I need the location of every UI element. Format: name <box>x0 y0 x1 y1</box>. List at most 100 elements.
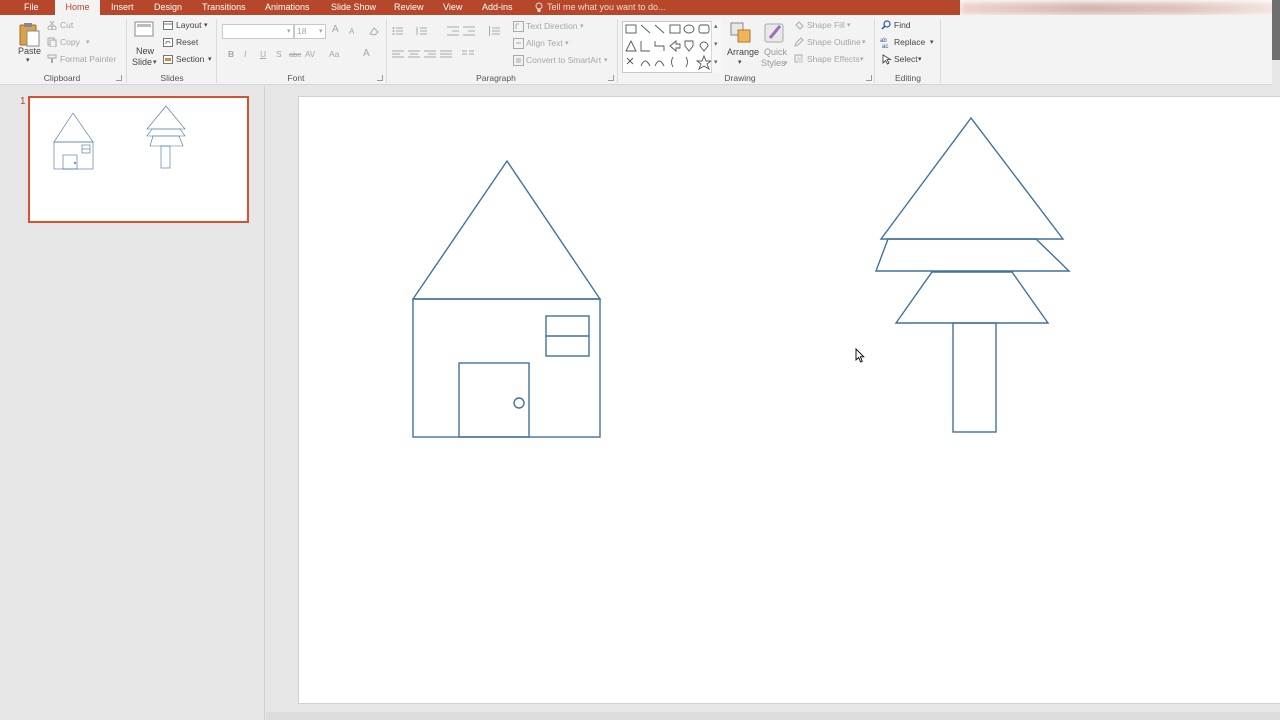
copy-button[interactable]: Copy <box>60 37 80 48</box>
group-label-clipboard: Clipboard <box>43 73 81 83</box>
quick-styles-icon <box>764 23 784 43</box>
clipboard-launcher-icon[interactable] <box>116 75 122 81</box>
columns-icon[interactable] <box>462 50 474 60</box>
powerpoint-window: File Home Insert Design Transitions Anim… <box>0 0 1280 720</box>
font-size-value: 18 <box>297 26 307 36</box>
change-case-button[interactable]: Aa <box>329 49 339 60</box>
slide-canvas[interactable] <box>298 96 1280 704</box>
paint-bucket-icon <box>795 21 804 30</box>
shapes-gallery-scroll[interactable]: ▴ ▾ ▾ <box>711 21 722 73</box>
align-right-icon[interactable] <box>424 50 436 60</box>
clear-formatting-icon[interactable] <box>369 26 379 36</box>
shape-outline-button[interactable]: Shape Outline <box>807 37 861 48</box>
house-body-rectangle[interactable] <box>412 298 601 438</box>
format-painter-button[interactable]: Format Painter <box>60 54 116 65</box>
find-button[interactable]: Find <box>894 20 911 31</box>
align-text-icon <box>513 38 524 49</box>
tab-review[interactable]: Review <box>394 0 424 15</box>
format-painter-icon <box>47 54 57 63</box>
convert-smartart-button[interactable]: Convert to SmartArt <box>526 55 601 66</box>
bullets-icon[interactable] <box>392 26 404 36</box>
decrease-indent-icon[interactable] <box>447 26 459 36</box>
align-center-icon[interactable] <box>408 50 420 60</box>
slide-thumbnail-1[interactable] <box>28 96 249 223</box>
bold-button[interactable]: B <box>228 49 234 60</box>
italic-button[interactable]: I <box>244 49 246 60</box>
quick-styles-label: Styles <box>761 58 786 68</box>
group-label-drawing: Drawing <box>724 73 756 83</box>
ribbon-home: Paste ▾ Cut Copy ▾ Format Painter Clipbo… <box>0 15 960 85</box>
section-button[interactable]: Section <box>176 54 204 65</box>
slide-shapes <box>411 116 1071 438</box>
arrange-button[interactable]: Arrange <box>727 47 759 58</box>
tab-home[interactable]: Home <box>55 0 100 15</box>
tab-transitions[interactable]: Transitions <box>202 0 246 15</box>
shapes-gallery[interactable] <box>622 21 722 73</box>
shapes-gallery-icons <box>625 24 713 71</box>
new-slide-icon <box>134 21 154 37</box>
house-door-rectangle[interactable] <box>458 362 530 438</box>
door-knob-circle[interactable] <box>513 397 525 409</box>
house-roof-triangle[interactable] <box>411 159 602 300</box>
horizontal-scrollbar[interactable] <box>266 712 1280 720</box>
increase-indent-icon[interactable] <box>463 26 475 36</box>
character-spacing-button[interactable]: AV <box>305 49 315 60</box>
window-edge <box>1272 0 1280 60</box>
grow-font-button[interactable]: A <box>332 24 339 35</box>
numbering-icon[interactable] <box>416 26 428 36</box>
quick-styles-button[interactable]: Quick <box>764 47 787 58</box>
cut-button[interactable]: Cut <box>60 20 73 31</box>
new-slide-button[interactable]: New <box>136 46 154 57</box>
text-direction-button[interactable]: Text Direction <box>526 21 578 32</box>
text-direction-icon <box>513 21 524 32</box>
paragraph-launcher-icon[interactable] <box>608 75 614 81</box>
tell-me-search[interactable]: Tell me what you want to do... <box>547 0 666 15</box>
reset-icon <box>163 38 173 47</box>
mouse-cursor-icon <box>855 348 865 363</box>
tab-slide-show[interactable]: Slide Show <box>331 0 376 15</box>
replace-icon: ab ac <box>880 38 888 48</box>
ribbon-empty-area <box>960 15 1272 85</box>
tree-top-triangle[interactable] <box>879 116 1065 240</box>
tree-trunk-rectangle[interactable] <box>952 322 997 433</box>
reset-button[interactable]: Reset <box>176 37 198 48</box>
group-label-editing: Editing <box>895 73 921 83</box>
pen-icon <box>794 37 804 47</box>
smartart-icon <box>513 55 524 66</box>
select-cursor-icon <box>882 54 892 65</box>
group-label-font: Font <box>287 73 305 83</box>
tab-insert[interactable]: Insert <box>111 0 134 15</box>
shadow-button[interactable]: S <box>276 49 282 60</box>
select-button[interactable]: Select <box>894 54 918 65</box>
layout-button[interactable]: Layout <box>176 20 202 31</box>
shrink-font-button[interactable]: A <box>349 26 354 37</box>
group-label-paragraph: Paragraph <box>476 73 516 83</box>
underline-button[interactable]: U <box>260 49 266 60</box>
align-left-icon[interactable] <box>392 50 404 60</box>
slide-thumbnail-preview <box>53 105 186 170</box>
strikethrough-button[interactable]: abc <box>289 49 301 60</box>
tab-view[interactable]: View <box>443 0 462 15</box>
slide-thumbnail-number: 1 <box>20 96 26 107</box>
layout-icon <box>163 21 173 30</box>
tree-bottom-trapezoid[interactable] <box>894 271 1050 324</box>
tab-file[interactable]: File <box>24 0 42 15</box>
tab-animations[interactable]: Animations <box>265 0 310 15</box>
shape-effects-button[interactable]: Shape Effects <box>807 54 860 65</box>
justify-icon[interactable] <box>440 50 452 60</box>
replace-button[interactable]: Replace <box>894 37 925 48</box>
tab-add-ins[interactable]: Add-ins <box>482 0 513 15</box>
section-icon <box>163 55 173 64</box>
align-text-button[interactable]: Align Text <box>526 38 563 49</box>
font-color-button[interactable]: A <box>363 48 370 59</box>
scissors-icon <box>47 20 57 30</box>
find-icon <box>881 20 891 30</box>
line-spacing-icon[interactable] <box>488 26 500 36</box>
shape-effects-icon <box>794 54 803 63</box>
font-name-combo[interactable] <box>222 24 294 39</box>
tree-middle-trapezoid[interactable] <box>874 238 1071 272</box>
font-launcher-icon[interactable] <box>377 75 383 81</box>
shape-fill-button[interactable]: Shape Fill <box>807 20 845 31</box>
tab-design[interactable]: Design <box>154 0 182 15</box>
drawing-launcher-icon[interactable] <box>866 75 872 81</box>
